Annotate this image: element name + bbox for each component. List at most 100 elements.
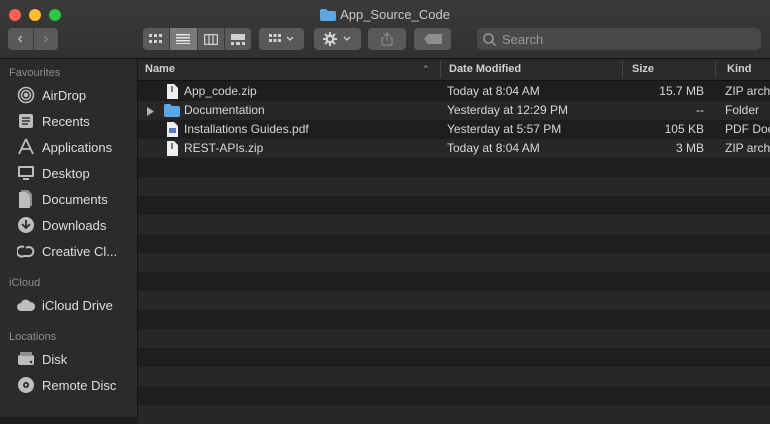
file-size: 105 KB — [664, 122, 704, 136]
empty-row — [138, 196, 770, 215]
file-name: REST-APIs.zip — [184, 141, 264, 155]
forward-button[interactable]: › — [32, 28, 59, 50]
action-menu-button[interactable] — [314, 28, 361, 50]
icon-view-button[interactable] — [143, 28, 169, 50]
sidebar-item-remote-disc[interactable]: Remote Disc — [16, 375, 116, 395]
sidebar-item-label: Desktop — [42, 165, 90, 181]
sidebar-item-recents[interactable]: Recents — [16, 111, 90, 131]
empty-row — [138, 253, 770, 272]
sidebar-item-desktop[interactable]: Desktop — [16, 163, 90, 183]
sidebar-item-disk[interactable]: Disk — [16, 349, 67, 369]
folder-icon — [320, 9, 337, 24]
sidebar-item-label: Disk — [42, 351, 68, 367]
column-header-name[interactable]: Name — [145, 63, 175, 75]
empty-row — [138, 405, 770, 424]
file-kind: ZIP archive — [725, 84, 770, 98]
sidebar-item-label: AirDrop — [42, 87, 87, 103]
file-name: Documentation — [184, 103, 265, 117]
empty-row — [138, 367, 770, 386]
window-title: App_Source_Code — [0, 7, 770, 24]
sidebar-section-favourites: Favourites — [9, 67, 61, 79]
empty-row — [138, 329, 770, 348]
zip-file-icon — [167, 141, 178, 159]
column-divider[interactable] — [622, 61, 623, 78]
sidebar-item-label: Applications — [42, 139, 113, 155]
remote-disc-icon — [16, 376, 36, 394]
column-header-kind[interactable]: Kind — [727, 63, 751, 75]
empty-row — [138, 272, 770, 291]
file-kind: Folder — [725, 103, 760, 117]
back-button[interactable]: ‹ — [8, 28, 33, 50]
sidebar-section-icloud: iCloud — [9, 277, 41, 289]
share-button[interactable] — [368, 28, 406, 50]
gallery-view-button[interactable] — [223, 28, 251, 50]
sidebar-item-downloads[interactable]: Downloads — [16, 215, 106, 235]
file-name: Installations Guides.pdf — [184, 122, 309, 136]
creative-cloud-icon — [16, 242, 36, 260]
file-date: Today at 8:04 AM — [447, 84, 540, 98]
list-view-button[interactable] — [169, 28, 197, 50]
sidebar-item-icloud-drive[interactable]: iCloud Drive — [16, 295, 113, 315]
file-kind: ZIP archive — [725, 141, 770, 155]
sidebar-item-label: Documents — [42, 191, 108, 207]
sidebar-item-label: Creative Cl... — [42, 243, 118, 259]
sidebar-item-label: Remote Disc — [42, 377, 117, 393]
file-list: Name ⌃ Date Modified Size Kind App_code.… — [138, 59, 770, 424]
sidebar-item-label: Downloads — [42, 217, 107, 233]
documents-icon — [16, 190, 36, 208]
airdrop-icon — [16, 86, 36, 104]
empty-row — [138, 291, 770, 310]
column-divider[interactable] — [715, 61, 716, 78]
disk-icon — [16, 350, 36, 368]
gear-icon — [322, 32, 350, 46]
file-size: 15.7 MB — [659, 84, 704, 98]
column-header-size[interactable]: Size — [632, 63, 654, 75]
empty-row — [138, 386, 770, 405]
file-date: Yesterday at 12:29 PM — [447, 103, 568, 117]
column-header-date[interactable]: Date Modified — [449, 63, 521, 75]
column-divider[interactable] — [440, 61, 441, 78]
file-row-rest-apis[interactable]: REST-APIs.zip Today at 8:04 AM 3 MB ZIP … — [138, 139, 770, 158]
navigation-buttons: ‹ › — [8, 28, 58, 50]
share-icon — [381, 32, 393, 46]
desktop-icon — [16, 164, 36, 182]
group-by-button[interactable] — [259, 28, 304, 50]
empty-row — [138, 177, 770, 196]
sidebar-item-label: iCloud Drive — [42, 297, 113, 313]
sidebar-item-creative-cloud[interactable]: Creative Cl... — [16, 241, 117, 261]
sort-ascending-icon: ⌃ — [422, 64, 430, 74]
file-date: Yesterday at 5:57 PM — [447, 122, 562, 136]
search-placeholder: Search — [502, 31, 544, 47]
empty-row — [138, 348, 770, 367]
column-header-row: Name ⌃ Date Modified Size Kind — [138, 59, 770, 81]
downloads-icon — [16, 216, 36, 234]
file-size: 3 MB — [675, 141, 704, 155]
sidebar-item-applications[interactable]: Applications — [16, 137, 112, 157]
sidebar-item-documents[interactable]: Documents — [16, 189, 108, 209]
pdf-file-icon — [167, 122, 178, 140]
empty-row — [138, 310, 770, 329]
empty-row — [138, 234, 770, 253]
sidebar-item-airdrop[interactable]: AirDrop — [16, 85, 86, 105]
tag-icon — [423, 34, 442, 44]
file-date: Today at 8:04 AM — [447, 141, 540, 155]
disclosure-triangle-icon[interactable] — [147, 105, 154, 119]
zip-file-icon — [167, 84, 178, 102]
file-row-installations-guides[interactable]: Installations Guides.pdf Yesterday at 5:… — [138, 120, 770, 139]
applications-icon — [16, 138, 36, 156]
recents-icon — [16, 112, 36, 130]
file-row-documentation[interactable]: Documentation Yesterday at 12:29 PM -- F… — [138, 101, 770, 120]
search-icon — [483, 32, 496, 46]
sidebar-item-label: Recents — [42, 113, 90, 129]
sidebar-section-locations: Locations — [9, 331, 57, 343]
view-mode-group — [143, 28, 251, 50]
search-field[interactable]: Search — [477, 28, 761, 50]
icloud-icon — [16, 296, 36, 314]
column-view-button[interactable] — [196, 28, 224, 50]
window-titlebar: App_Source_Code ‹ › Search — [0, 0, 770, 59]
tags-button[interactable] — [414, 28, 451, 50]
sidebar: Favourites AirDrop Recents Applications … — [0, 59, 138, 417]
file-row-app-code[interactable]: App_code.zip Today at 8:04 AM 15.7 MB ZI… — [138, 82, 770, 101]
group-grid-icon — [268, 34, 293, 42]
empty-row — [138, 215, 770, 234]
